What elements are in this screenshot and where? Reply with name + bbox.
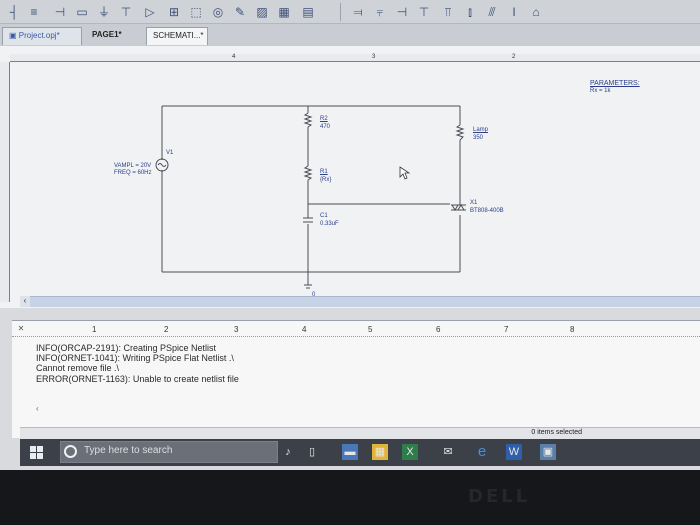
monitor-logo: DELL	[468, 486, 531, 507]
task-view-icon[interactable]: ▯	[304, 444, 320, 460]
ground-label: 0	[312, 292, 316, 298]
c1-ref: C1	[320, 213, 328, 219]
r1-value: {Rx}	[320, 177, 332, 183]
log-line: Cannot remove file .\	[36, 363, 120, 373]
edge-icon[interactable]: e	[474, 444, 490, 460]
resistor-lamp	[455, 124, 465, 141]
r2-value: 470	[320, 124, 331, 130]
log-line: INFO(ORCAP-2191): Creating PSpice Netlis…	[36, 343, 217, 353]
log-line: INFO(ORNET-1041): Writing PSpice Flat Ne…	[36, 353, 234, 363]
excel-icon[interactable]: X	[402, 444, 418, 460]
mouse-cursor-icon	[399, 166, 411, 180]
log-scroll-left-arrow[interactable]: ‹	[36, 404, 44, 416]
store-icon[interactable]: ▦	[372, 444, 388, 460]
v1-vampl: VAMPL = 20V	[114, 163, 152, 169]
status-bar: 0 items selected	[20, 427, 700, 439]
sine-icon	[157, 163, 167, 167]
windows-start-icon[interactable]	[30, 446, 44, 460]
lamp-ref: Lamp	[473, 127, 489, 133]
c1-value: 0.33uF	[320, 221, 339, 227]
file-explorer-icon[interactable]: ▬	[342, 444, 358, 460]
mail-icon[interactable]: ✉	[440, 444, 456, 460]
r1-ref: R1	[320, 169, 328, 175]
monitor-bezel	[0, 470, 700, 525]
triac-x1	[451, 204, 459, 211]
parameters-value: Rx = 1k	[590, 88, 611, 94]
resistor-r1	[303, 165, 313, 181]
screen: ┤ ≡ ⊣ ▭ ⏚ ⊤ ▷ ⊞ ⬚ ◎ ✎ ▨ ▦ ▤ ⫤ ⫧ ⊣ ⊤ ⫪ ⫾ …	[0, 0, 700, 470]
triac-value: BT808-400B	[470, 208, 504, 214]
triac-x1-reverse	[457, 204, 465, 211]
selection-status: 0 items selected	[531, 429, 582, 436]
lamp-value: 350	[473, 135, 484, 141]
v1-freq: FREQ = 60Hz	[114, 170, 152, 176]
v1-ref: V1	[166, 150, 174, 156]
triac-ref: X1	[470, 200, 478, 206]
search-placeholder: Type here to search	[84, 445, 173, 456]
log-ruler	[12, 323, 700, 337]
microphone-icon[interactable]: ♪	[280, 444, 296, 460]
r2-ref: R2	[320, 116, 328, 122]
word-icon[interactable]: W	[506, 444, 522, 460]
orcad-icon[interactable]: ▣	[540, 444, 556, 460]
resistor-r2	[303, 112, 313, 128]
log-line: ERROR(ORNET-1163): Unable to create netl…	[36, 374, 239, 384]
cortana-icon	[64, 445, 77, 458]
parameters-title: PARAMETERS:	[590, 80, 640, 87]
